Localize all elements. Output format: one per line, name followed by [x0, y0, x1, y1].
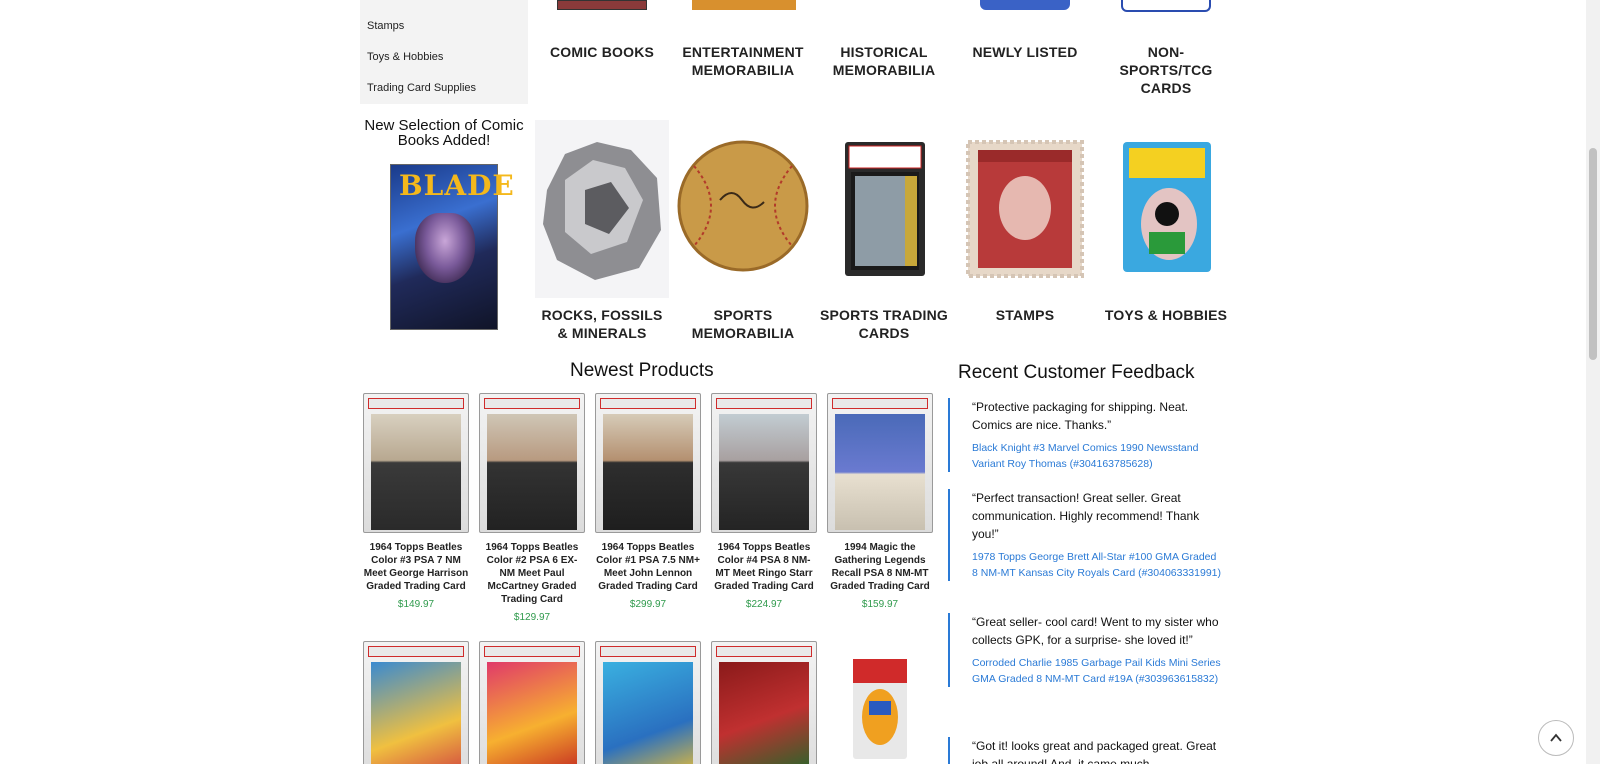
feedback-quote: “Protective packaging for shipping. Neat…: [972, 400, 1189, 432]
sidebar-item-trading-card-supplies[interactable]: Trading Card Supplies: [367, 82, 476, 94]
product-image: [363, 393, 469, 533]
toy-package-image: [1123, 142, 1211, 272]
product-image: [853, 659, 907, 759]
graded-card-image: [845, 142, 925, 276]
category-image: [1121, 0, 1211, 12]
product-card[interactable]: 1964 Topps Beatles Color #2 PSA 6 EX-NM …: [479, 393, 585, 623]
product-image: [711, 641, 817, 764]
product-card[interactable]: [711, 641, 817, 764]
feedback-entry: “Got it! looks great and packaged great.…: [948, 737, 1224, 764]
feedback-entry: “Perfect transaction! Great seller. Grea…: [948, 489, 1224, 581]
product-price: $224.97: [745, 599, 783, 610]
feedback-item-link[interactable]: Corroded Charlie 1985 Garbage Pail Kids …: [972, 655, 1224, 687]
product-title: 1994 Magic the Gathering Legends Recall …: [830, 542, 930, 592]
product-card[interactable]: [479, 641, 585, 764]
feedback-quote: “Perfect transaction! Great seller. Grea…: [972, 491, 1200, 541]
category-label: NEWLY LISTED: [972, 44, 1078, 60]
feedback-entry: “Great seller- cool card! Went to my sis…: [948, 613, 1224, 687]
product-card[interactable]: 1964 Topps Beatles Color #1 PSA 7.5 NM+ …: [595, 393, 701, 610]
product-card[interactable]: 1964 Topps Beatles Color #4 PSA 8 NM-MT …: [711, 393, 817, 610]
sidebar-item-stamps[interactable]: Stamps: [367, 20, 404, 32]
category-label: SPORTS TRADING CARDS: [819, 307, 949, 341]
promo-cover-logo: BLADE: [399, 169, 515, 202]
category-sidebar: Stamps Toys & Hobbies Trading Card Suppl…: [360, 0, 528, 104]
category-label: COMIC BOOKS: [549, 44, 655, 60]
product-price: $149.97: [397, 599, 435, 610]
product-image: [595, 641, 701, 764]
product-card[interactable]: [595, 641, 701, 764]
product-title: 1964 Topps Beatles Color #4 PSA 8 NM-MT …: [714, 542, 814, 592]
cover-illustration: [415, 213, 475, 283]
category-label: ROCKS, FOSSILS & MINERALS: [541, 307, 663, 341]
category-image: [980, 0, 1070, 10]
feedback-quote: “Great seller- cool card! Went to my sis…: [972, 615, 1219, 647]
product-image: [363, 641, 469, 764]
product-image: [595, 393, 701, 533]
product-image: [827, 393, 933, 533]
feedback-quote: “Got it! looks great and packaged great.…: [972, 739, 1217, 764]
stamp-image: [966, 140, 1084, 278]
category-label: TOYS & HOBBIES: [1104, 307, 1228, 323]
promo-title: New Selection of Comic Books Added!: [364, 117, 524, 149]
product-card[interactable]: [363, 641, 469, 764]
product-title: 1964 Topps Beatles Color #1 PSA 7.5 NM+ …: [596, 542, 700, 592]
category-label: ENTERTAINMENT MEMORABILIA: [682, 44, 804, 78]
chevron-up-icon: [1550, 733, 1562, 742]
product-title: 1964 Topps Beatles Color #2 PSA 6 EX-NM …: [485, 542, 579, 605]
feedback-item-link[interactable]: 1978 Topps George Brett All-Star #100 GM…: [972, 549, 1224, 581]
product-price: $299.97: [629, 599, 667, 610]
newest-products-title: Newest Products: [570, 360, 714, 381]
promo-block: New Selection of Comic Books Added! BLAD…: [360, 117, 528, 330]
product-title: 1964 Topps Beatles Color #3 PSA 7 NM Mee…: [363, 542, 469, 592]
feedback-item-link[interactable]: Black Knight #3 Marvel Comics 1990 Newss…: [972, 440, 1224, 472]
product-image: [479, 393, 585, 533]
category-label: NON-SPORTS/TCG CARDS: [1119, 44, 1213, 96]
product-price: $129.97: [513, 612, 551, 623]
product-card[interactable]: 1964 Topps Beatles Color #3 PSA 7 NM Mee…: [363, 393, 469, 610]
page-scrollbar[interactable]: [1586, 0, 1600, 764]
product-card[interactable]: [827, 641, 933, 764]
product-image: [479, 641, 585, 764]
feedback-title: Recent Customer Feedback: [958, 362, 1195, 383]
back-to-top-button[interactable]: [1538, 720, 1574, 756]
scrollbar-thumb[interactable]: [1589, 148, 1597, 360]
category-image: [557, 0, 647, 10]
category-label: STAMPS: [995, 307, 1055, 323]
rock-image: [535, 120, 669, 298]
product-card[interactable]: 1994 Magic the Gathering Legends Recall …: [827, 393, 933, 610]
category-label: HISTORICAL MEMORABILIA: [832, 44, 936, 78]
promo-comic-cover[interactable]: BLADE: [390, 164, 514, 330]
feedback-entry: “Protective packaging for shipping. Neat…: [948, 398, 1224, 472]
product-price: $159.97: [861, 599, 899, 610]
category-label: SPORTS MEMORABILIA: [691, 307, 795, 341]
product-image: [711, 393, 817, 533]
sidebar-item-toys-hobbies[interactable]: Toys & Hobbies: [367, 51, 443, 63]
baseball-image: [677, 140, 809, 272]
category-image: [692, 0, 796, 10]
